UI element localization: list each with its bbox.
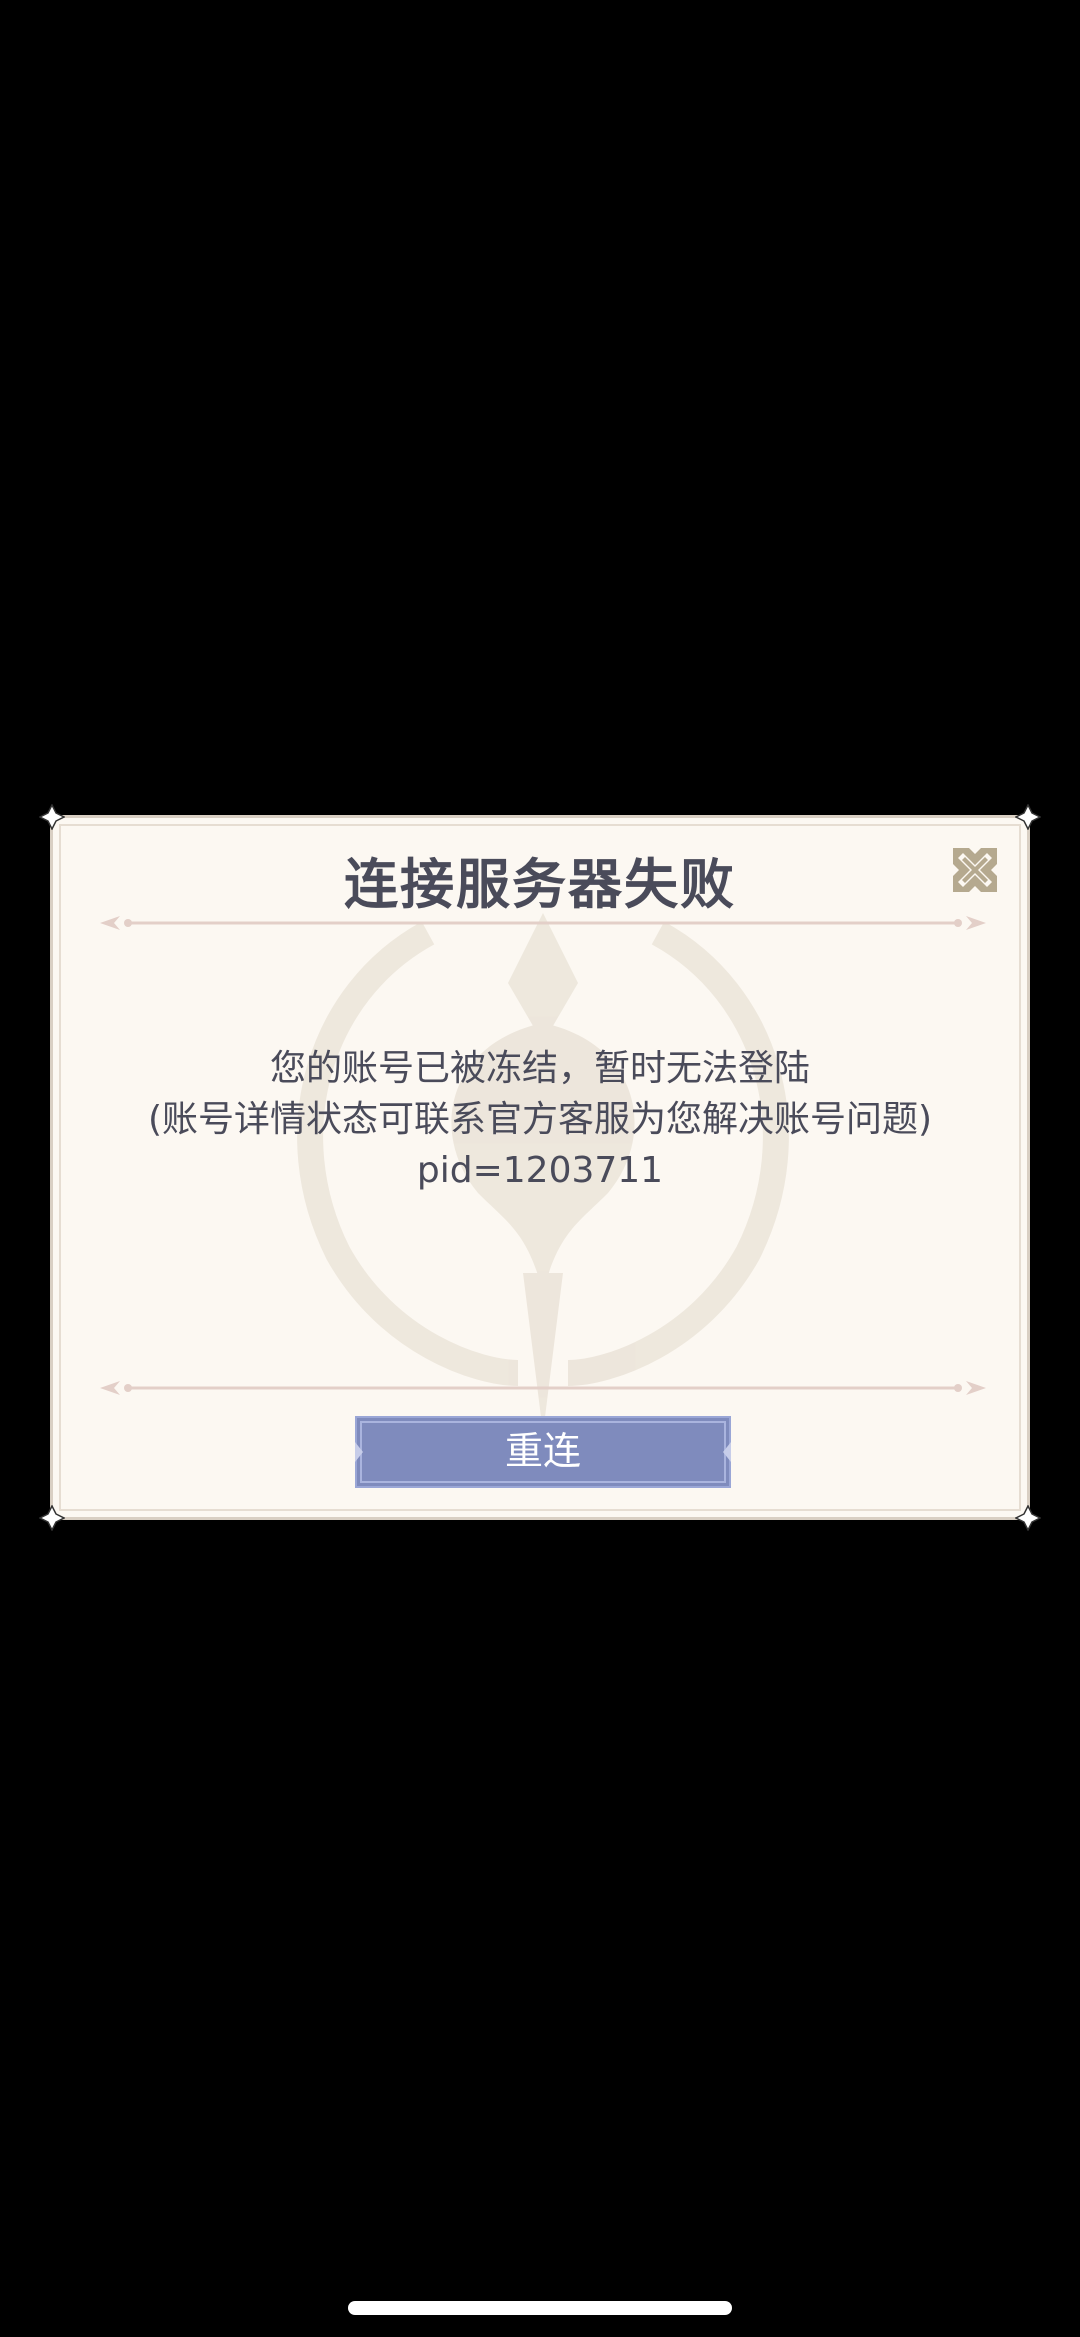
top-divider xyxy=(100,916,986,930)
corner-ornament-icon xyxy=(39,1505,65,1531)
bottom-divider xyxy=(100,1381,986,1395)
message-line: 您的账号已被冻结，暂时无法登陆 xyxy=(269,1048,810,1089)
close-x-icon[interactable] xyxy=(949,844,1001,896)
button-notch-icon xyxy=(355,1442,363,1462)
retry-button[interactable]: 重连 xyxy=(355,1416,731,1488)
corner-ornament-icon xyxy=(1015,1505,1041,1531)
corner-ornament-icon xyxy=(39,804,65,830)
message-line: (账号详情状态可联系官方客服为您解决账号问题) xyxy=(147,1099,933,1140)
home-indicator[interactable] xyxy=(348,2301,732,2315)
error-dialog: 连接服务器失败 您的账号已被冻结，暂时无法登陆 (账号详情状态可联系官方客服为您… xyxy=(39,804,1041,1531)
button-notch-icon xyxy=(723,1442,731,1462)
corner-ornament-icon xyxy=(1015,804,1041,830)
error-message: 您的账号已被冻结，暂时无法登陆 (账号详情状态可联系官方客服为您解决账号问题) … xyxy=(53,1043,1027,1196)
retry-button-label: 重连 xyxy=(504,1429,581,1473)
screen: 连接服务器失败 您的账号已被冻结，暂时无法登陆 (账号详情状态可联系官方客服为您… xyxy=(0,0,1080,2337)
dialog-title: 连接服务器失败 xyxy=(344,853,736,916)
message-line: pid=1203711 xyxy=(416,1150,664,1191)
